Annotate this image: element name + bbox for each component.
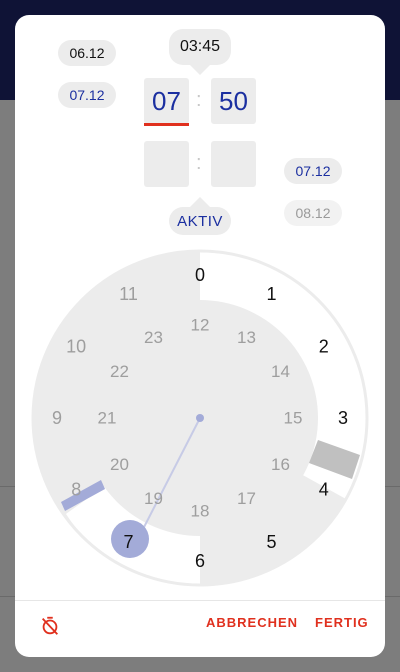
clock-hour-label[interactable]: 14 [271, 362, 290, 381]
cancel-button[interactable]: ABBRECHEN [206, 615, 298, 630]
clock-hour-label[interactable]: 17 [237, 489, 256, 508]
clock-hour-label[interactable]: 11 [119, 284, 138, 304]
clock-hour-label[interactable]: 9 [52, 408, 62, 428]
clock-hour-label[interactable]: 10 [66, 337, 86, 357]
clock-hour-label[interactable]: 4 [319, 480, 329, 500]
clock-hour-label[interactable]: 16 [271, 455, 290, 474]
clock-face[interactable]: 01234567891011 121314151617181920212223 [15, 15, 385, 657]
clock-hour-label[interactable]: 0 [195, 265, 205, 285]
clock-hour-label[interactable]: 1 [266, 284, 276, 304]
time-picker-dialog: 06.12 07.12 03:45 07 : 50 : 07.12 08.12 … [15, 15, 385, 657]
clock-hour-label[interactable]: 13 [237, 328, 256, 347]
clock-center-dot [196, 414, 204, 422]
clock-hour-label[interactable]: 6 [195, 551, 205, 571]
timer-off-icon[interactable] [39, 615, 61, 637]
footer-divider [15, 600, 385, 601]
clock-hour-label[interactable]: 3 [338, 408, 348, 428]
clock-hour-label[interactable]: 8 [71, 480, 81, 500]
clock-hour-label[interactable]: 19 [144, 489, 163, 508]
clock-hour-label[interactable]: 7 [123, 532, 133, 552]
clock-hour-label[interactable]: 22 [110, 362, 129, 381]
clock-hour-label[interactable]: 5 [266, 532, 276, 552]
done-button[interactable]: FERTIG [315, 615, 369, 630]
clock-hour-label[interactable]: 21 [98, 409, 117, 428]
clock-hour-label[interactable]: 12 [191, 316, 210, 335]
clock-hour-label[interactable]: 18 [191, 502, 210, 521]
clock-hour-label[interactable]: 15 [284, 409, 303, 428]
clock-hour-label[interactable]: 23 [144, 328, 163, 347]
clock-hour-label[interactable]: 20 [110, 455, 129, 474]
clock-hour-label[interactable]: 2 [319, 337, 329, 357]
